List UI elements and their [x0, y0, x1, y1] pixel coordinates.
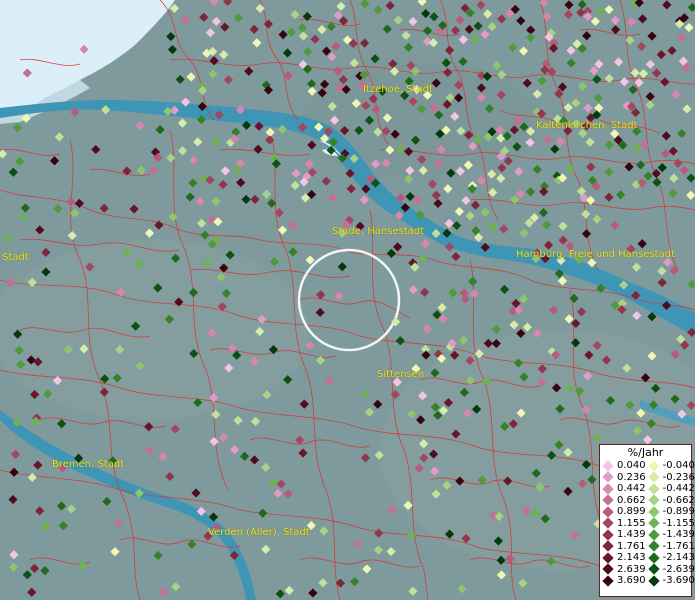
legend-swatch [602, 460, 614, 472]
legend-value: 0.236 [617, 471, 646, 483]
legend-row: 1.761 -1.761 [600, 540, 695, 553]
legend-value: -1.439 [662, 529, 695, 540]
legend-swatch [602, 529, 614, 541]
legend-entry-positive: 0.236 [600, 472, 646, 484]
city-label-stadt: Stadt [2, 252, 29, 263]
legend-entry-positive: 2.639 [600, 564, 646, 576]
legend-swatch [602, 575, 614, 587]
legend-entry-negative: -1.155 [646, 517, 695, 530]
legend-swatch [647, 471, 660, 483]
legend-value: 0.662 [617, 494, 646, 506]
legend-row: 0.236 -0.236 [600, 471, 695, 484]
legend-swatch [602, 506, 614, 518]
legend-swatch [602, 483, 614, 495]
legend-swatch [602, 494, 614, 506]
legend-swatch [647, 517, 660, 529]
legend-swatch [647, 506, 660, 518]
legend-value: -0.040 [662, 460, 695, 471]
legend-row: 0.899 -0.899 [600, 506, 695, 518]
legend-value: -0.236 [662, 471, 695, 483]
legend-rows: 0.040 -0.040 0.236 -0.236 0.442 -0.442 0.662 -0… [600, 460, 695, 587]
legend: %/Jahr 0.040 -0.040 0.236 -0.236 0.442 -0.442… [599, 444, 695, 597]
legend-swatch [647, 460, 660, 472]
legend-entry-negative: -2.143 [646, 552, 695, 564]
legend-entry-positive: 0.662 [600, 495, 646, 507]
legend-swatch [647, 575, 660, 587]
legend-entry-positive: 1.761 [600, 541, 646, 553]
legend-value: -0.662 [662, 494, 695, 506]
legend-swatch [647, 540, 660, 552]
city-label-kaltenkirchen: Kaltenkirchen, Stadt [536, 120, 638, 131]
legend-entry-negative: -1.439 [646, 529, 695, 541]
legend-entry-negative: -0.899 [646, 506, 695, 518]
legend-entry-negative: -2.639 [646, 563, 695, 576]
legend-swatch [647, 529, 660, 541]
legend-entry-positive: 0.899 [600, 506, 646, 518]
legend-value: 1.439 [617, 529, 646, 540]
legend-entry-positive: 0.040 [600, 460, 646, 472]
legend-value: 0.899 [617, 506, 646, 517]
legend-row: 1.439 -1.439 [600, 529, 695, 541]
legend-entry-positive: 2.143 [600, 552, 646, 564]
legend-value: -1.761 [662, 540, 695, 552]
city-label-hamburg: Hamburg, Freie und Hansestadt [516, 249, 675, 260]
legend-value: 1.155 [617, 517, 646, 529]
legend-swatch [602, 540, 614, 552]
legend-value: -0.442 [662, 483, 695, 494]
legend-swatch [602, 517, 614, 529]
legend-entry-positive: 1.439 [600, 529, 646, 541]
legend-entry-positive: 0.442 [600, 483, 646, 495]
legend-entry-positive: 1.155 [600, 518, 646, 530]
city-label-itzehoe: Itzehoe, Stadt [363, 84, 433, 95]
legend-entry-negative: -0.442 [646, 483, 695, 495]
legend-value: 3.690 [617, 575, 646, 586]
legend-row: 2.639 -2.639 [600, 563, 695, 576]
legend-value: 1.761 [617, 540, 646, 552]
legend-value: 2.143 [617, 552, 646, 563]
legend-row: 0.662 -0.662 [600, 494, 695, 507]
legend-swatch [602, 552, 614, 564]
legend-swatch [647, 563, 660, 575]
legend-entry-negative: -0.236 [646, 471, 695, 484]
legend-value: -2.143 [662, 552, 695, 563]
legend-entry-negative: -0.662 [646, 494, 695, 507]
legend-row: 0.442 -0.442 [600, 483, 695, 495]
legend-value: -1.155 [662, 517, 695, 529]
legend-value: 0.442 [617, 483, 646, 494]
city-label-verden: Verden (Aller), Stadt [208, 527, 310, 538]
legend-value: 0.040 [617, 460, 646, 471]
legend-value: -3.690 [662, 575, 695, 586]
legend-entry-negative: -1.761 [646, 540, 695, 553]
legend-entry-negative: -0.040 [646, 460, 695, 472]
map-view[interactable]: Itzehoe, Stadt Kaltenkirchen, Stadt Stad… [0, 0, 695, 600]
legend-swatch [602, 471, 614, 483]
legend-swatch [602, 563, 614, 575]
legend-value: 2.639 [617, 563, 646, 575]
city-label-stade: Stade, Hansestadt [332, 226, 425, 237]
city-label-bremen: Bremen, Stadt [52, 459, 125, 470]
legend-entry-positive: 3.690 [600, 575, 646, 587]
legend-title: %/Jahr [627, 446, 664, 459]
legend-value: -2.639 [662, 563, 695, 575]
legend-row: 2.143 -2.143 [600, 552, 695, 564]
legend-row: 1.155 -1.155 [600, 517, 695, 530]
legend-row: 0.040 -0.040 [600, 460, 695, 472]
map-background [0, 0, 695, 600]
legend-swatch [647, 494, 660, 506]
legend-entry-negative: -3.690 [646, 575, 695, 587]
legend-value: -0.899 [662, 506, 695, 517]
legend-swatch [647, 483, 660, 495]
legend-swatch [647, 552, 660, 564]
city-label-sittensen: Sittensen [377, 369, 425, 380]
legend-row: 3.690 -3.690 [600, 575, 695, 587]
